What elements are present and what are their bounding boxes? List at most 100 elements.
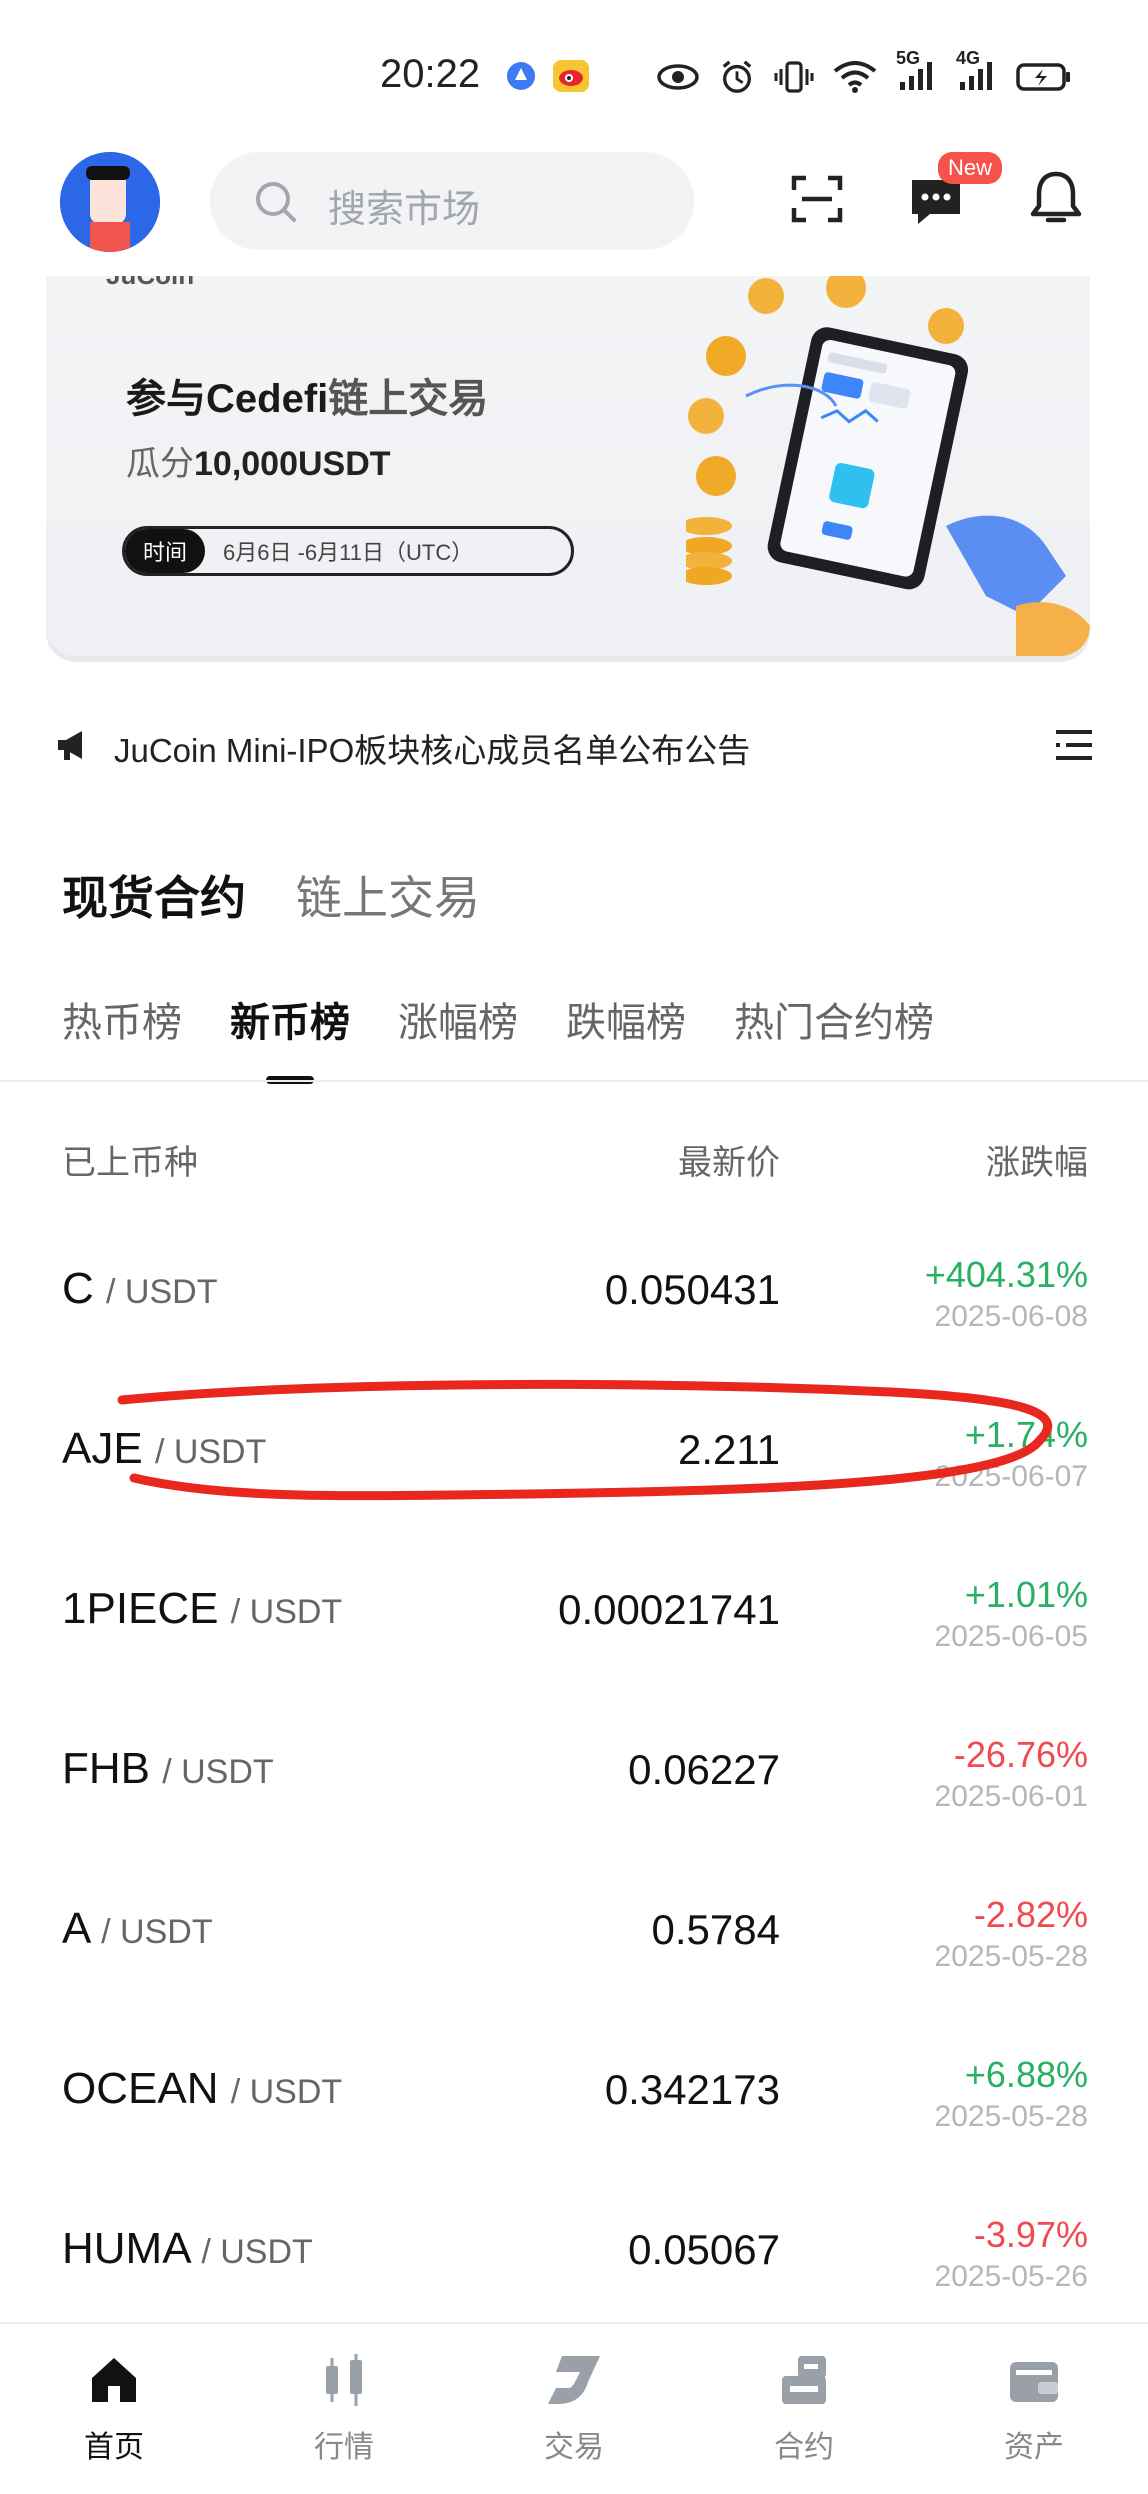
nav-contract[interactable]: 合约 — [734, 2352, 874, 2466]
change-percent: +1.74% — [964, 1414, 1088, 1455]
nav-assets-label: 资产 — [1004, 2431, 1064, 2464]
nav-trade-label: 交易 — [544, 2431, 604, 2464]
nav-assets[interactable]: 资产 — [964, 2352, 1104, 2466]
megaphone-icon — [58, 731, 82, 760]
base-symbol: FHB — [62, 1744, 150, 1793]
table-row[interactable]: OCEAN / USDT 0.342173 +6.88% 2025-05-28 — [0, 2020, 1148, 2180]
announcement-text: JuCoin Mini-IPO板块核心成员名单公布公告 — [114, 732, 751, 769]
avatar-image-icon — [60, 152, 160, 252]
banner-time-pill: 时间 6月6日 -6月11日（UTC） — [122, 526, 574, 576]
change-percent: +404.31% — [924, 1254, 1088, 1295]
last-price: 2.211 — [678, 1426, 780, 1473]
nav-contract-label: 合约 — [774, 2431, 834, 2464]
avatar[interactable] — [60, 152, 160, 252]
tab-new-coins[interactable]: 新币榜 — [230, 990, 350, 1084]
eye-icon — [657, 63, 699, 90]
list-menu-icon[interactable] — [1054, 728, 1094, 762]
search-placeholder: 搜索市场 — [328, 189, 481, 231]
banner-sub-prefix: 瓜分 — [126, 445, 194, 483]
column-header-change: 涨跌幅 — [986, 1144, 1088, 1182]
quote-symbol: / USDT — [106, 1273, 218, 1311]
app-notification-icon — [507, 62, 535, 90]
tab-hot-coins[interactable]: 热币榜 — [62, 990, 182, 1048]
candlestick-icon — [326, 2354, 362, 2406]
last-price: 0.06227 — [628, 1746, 780, 1793]
quote-symbol: / USDT — [201, 2233, 313, 2271]
listing-date: 2025-05-28 — [934, 2100, 1088, 2133]
tab-onchain-trading[interactable]: 链上交易 — [296, 862, 480, 928]
signal-5g-icon: 5G — [896, 48, 938, 97]
last-price: 0.00021741 — [558, 1586, 780, 1633]
listing-date: 2025-06-08 — [934, 1300, 1088, 1333]
new-badge: New — [938, 152, 1003, 184]
status-bar: 20:22 5G 4G — [0, 0, 1148, 150]
listing-date: 2025-06-05 — [934, 1620, 1088, 1653]
nav-trade[interactable]: 交易 — [504, 2352, 644, 2466]
bell-icon[interactable] — [1028, 168, 1084, 228]
banner-title-suffix: 链上交易 — [328, 377, 489, 421]
banner-title-prefix: 参与 — [126, 377, 206, 421]
nav-home-label: 首页 — [84, 2431, 144, 2464]
banner-logo: JuCoin — [106, 276, 194, 291]
quote-symbol: / USDT — [162, 1753, 274, 1791]
status-notification-icons — [505, 58, 591, 94]
market-section-tabs: 现货合约 链上交易 — [62, 862, 480, 928]
listing-date: 2025-06-01 — [934, 1780, 1088, 1813]
nav-home[interactable]: 首页 — [44, 2352, 184, 2466]
nav-markets[interactable]: 行情 — [274, 2352, 414, 2466]
pair-name: AJE / USDT — [62, 1424, 266, 1474]
column-header-pair: 已上币种 — [62, 1144, 198, 1182]
top-header: 搜索市场 New — [0, 140, 1148, 270]
status-system-icons: 5G 4G — [656, 48, 1072, 97]
tab-losers[interactable]: 跌幅榜 — [566, 990, 686, 1048]
tab-spot-contract[interactable]: 现货合约 — [62, 862, 246, 928]
banner-time-tag: 时间 — [125, 529, 206, 573]
status-time: 20:22 — [380, 52, 481, 96]
table-row[interactable]: HUMA / USDT 0.05067 -3.97% 2025-05-26 — [0, 2180, 1148, 2340]
pair-name: OCEAN / USDT — [62, 2064, 342, 2114]
base-symbol: 1PIECE — [62, 1584, 219, 1633]
base-symbol: HUMA — [62, 2224, 190, 2273]
pair-name: C / USDT — [62, 1264, 217, 1314]
weibo-icon — [553, 60, 589, 92]
pair-name: FHB / USDT — [62, 1744, 274, 1794]
home-icon — [92, 2358, 136, 2402]
table-row[interactable]: A / USDT 0.5784 -2.82% 2025-05-28 — [0, 1860, 1148, 2020]
alarm-icon — [722, 60, 752, 93]
column-header-price: 最新价 — [678, 1144, 780, 1182]
bottom-navigation: 首页 行情 交易 合约 资产 — [0, 2322, 1148, 2494]
quote-symbol: / USDT — [230, 2073, 343, 2111]
nav-markets-label: 行情 — [314, 2431, 374, 2464]
table-row[interactable]: FHB / USDT 0.06227 -26.76% 2025-06-01 — [0, 1700, 1148, 1860]
scan-icon[interactable] — [790, 172, 844, 226]
announcement-bar[interactable]: JuCoin Mini-IPO板块核心成员名单公布公告 — [0, 700, 1148, 790]
tab-gainers[interactable]: 涨幅榜 — [398, 990, 518, 1048]
banner-sub-amount: 10,000USDT — [194, 445, 391, 483]
base-symbol: OCEAN — [62, 2064, 219, 2113]
listing-date: 2025-06-07 — [934, 1460, 1088, 1493]
vibrate-icon — [774, 60, 814, 93]
trade-logo-icon — [548, 2356, 600, 2404]
last-price: 0.050431 — [604, 1266, 780, 1313]
search-input[interactable]: 搜索市场 — [210, 152, 694, 250]
ranking-tabs: 热币榜 新币榜 涨幅榜 跌幅榜 热门合约榜 — [62, 990, 934, 1084]
signal-4g-icon: 4G — [956, 48, 998, 97]
last-price: 0.05067 — [628, 2226, 780, 2273]
pair-name: 1PIECE / USDT — [62, 1584, 342, 1634]
listing-date: 2025-05-26 — [934, 2260, 1088, 2293]
signal-5g-label: 5G — [896, 48, 921, 68]
battery-charging-icon — [1016, 62, 1070, 91]
banner-title-bold: Cedefi — [206, 377, 329, 421]
quote-symbol: / USDT — [154, 1433, 267, 1471]
table-row[interactable]: C / USDT 0.050431 +404.31% 2025-06-08 — [0, 1220, 1148, 1380]
change-percent: +1.01% — [964, 1574, 1088, 1615]
change-percent: -3.97% — [973, 2214, 1088, 2255]
promo-banner[interactable]: JuCoin 参与Cedefi链上交易 瓜分10,000USDT 时间 6月6日… — [46, 276, 1090, 656]
table-row[interactable]: AJE / USDT 2.211 +1.74% 2025-06-07 — [0, 1380, 1148, 1540]
quote-symbol: / USDT — [230, 1593, 343, 1631]
banner-subtitle: 瓜分10,000USDT — [126, 436, 391, 485]
base-symbol: C — [62, 1264, 94, 1313]
search-icon — [256, 182, 296, 222]
table-row[interactable]: 1PIECE / USDT 0.00021741 +1.01% 2025-06-… — [0, 1540, 1148, 1700]
tab-hot-contracts[interactable]: 热门合约榜 — [734, 990, 934, 1048]
